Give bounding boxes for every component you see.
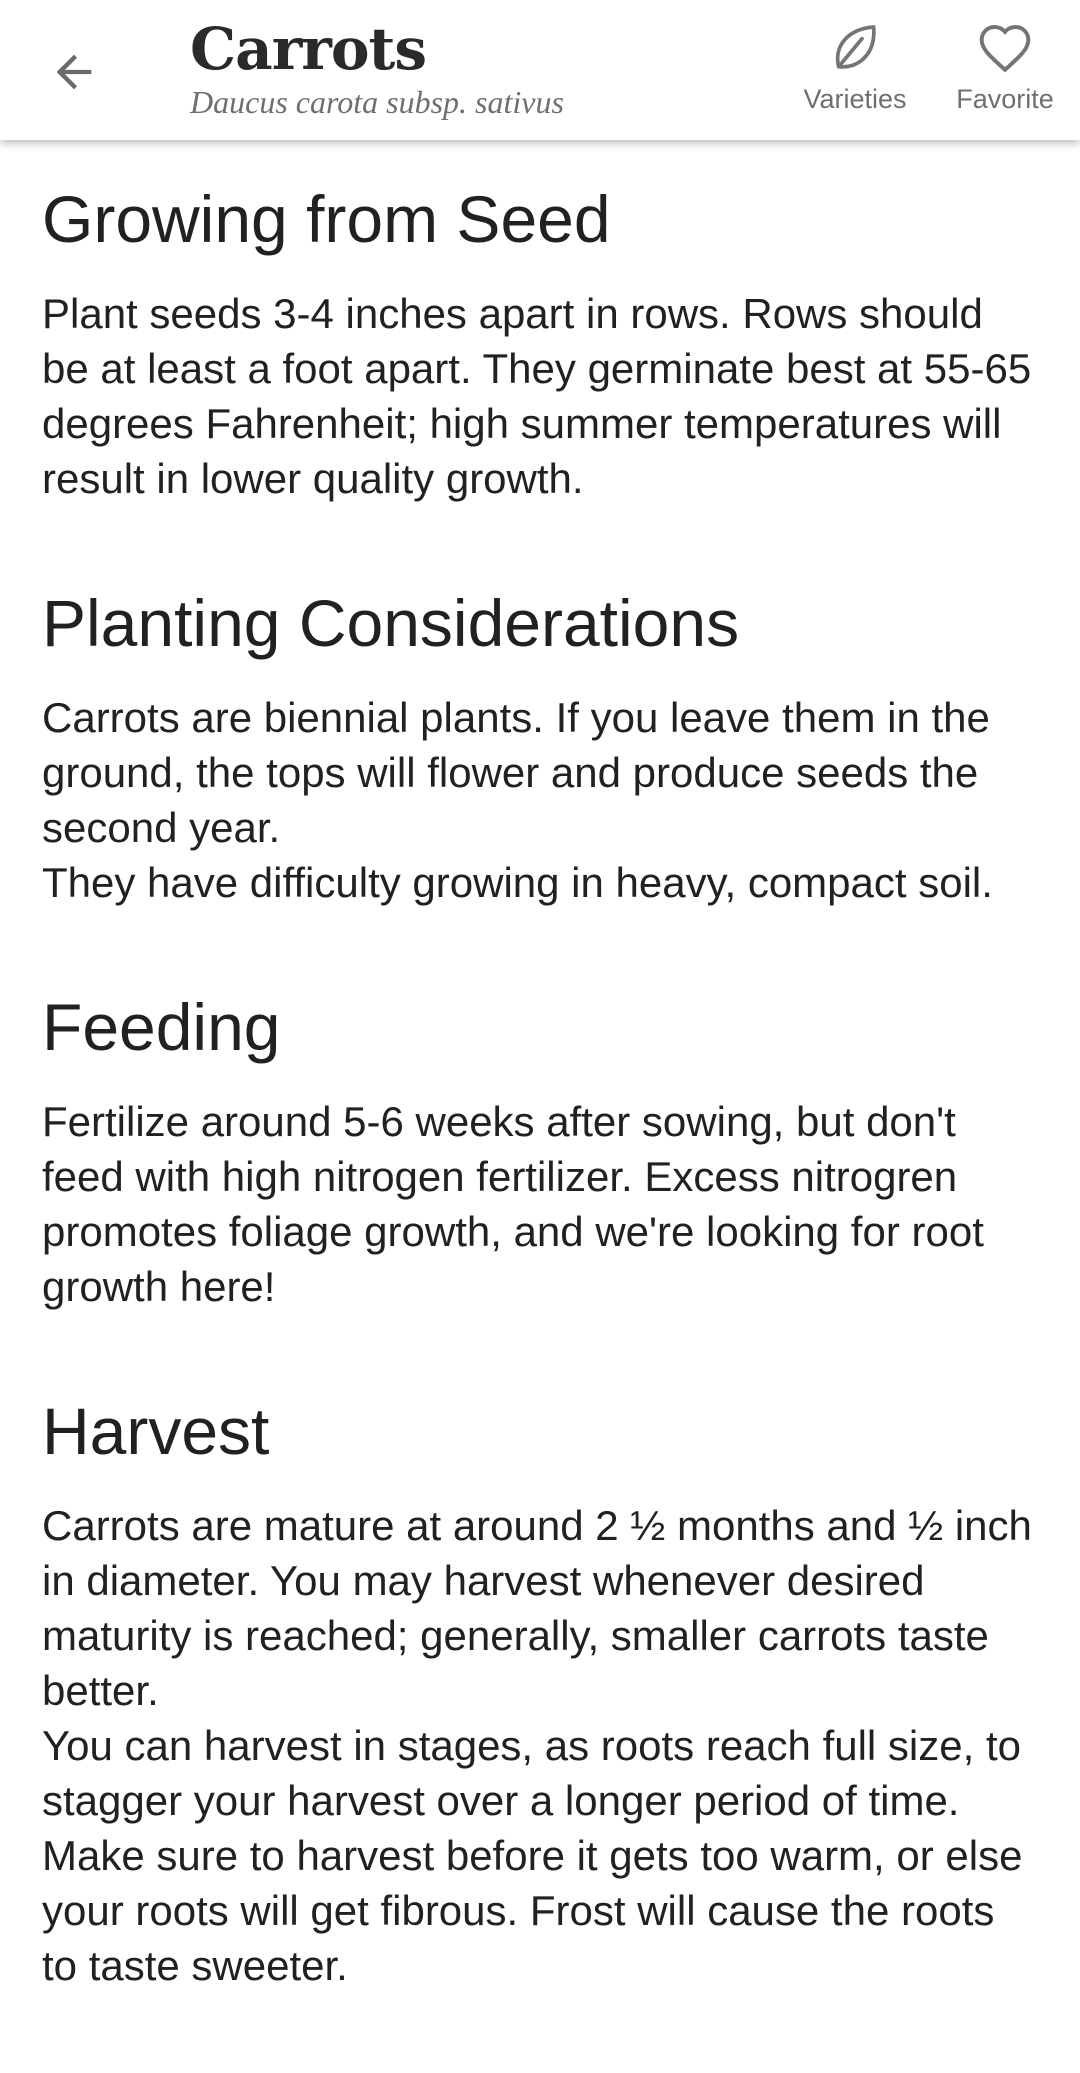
section-heading: Planting Considerations xyxy=(42,586,740,660)
section-paragraph: Fertilize around 5-6 weeks after sowing,… xyxy=(42,1098,984,1310)
favorite-label: Favorite xyxy=(956,84,1054,114)
title-block: Carrots Daucus carota subsp. sativus xyxy=(190,16,790,122)
leaf-icon xyxy=(835,25,876,69)
section-heading: Growing from Seed xyxy=(42,182,611,256)
arrow-left-icon xyxy=(56,54,92,90)
content-scroll[interactable]: Growing from Seed Plant seeds 3-4 inches… xyxy=(0,140,1080,2073)
app-bar: Carrots Daucus carota subsp. sativus Var… xyxy=(0,0,1080,140)
section-paragraph: You can harvest in stages, as roots reac… xyxy=(42,1722,1023,1989)
section-paragraph: Carrots are mature at around 2 ½ months … xyxy=(42,1502,1032,1714)
scientific-name: Daucus carota subsp. sativus xyxy=(190,84,564,120)
section-paragraph: Plant seeds 3-4 inches apart in rows. Ro… xyxy=(42,290,1032,502)
page-title: Carrots xyxy=(190,15,427,83)
back-button[interactable] xyxy=(38,36,110,108)
heart-outline-icon xyxy=(979,25,1031,73)
varieties-button[interactable]: Varieties xyxy=(790,20,920,115)
section-harvest: Harvest Carrots are mature at around 2 ½… xyxy=(42,1394,1040,1993)
varieties-label: Varieties xyxy=(803,84,907,114)
section-growing-from-seed: Growing from Seed Plant seeds 3-4 inches… xyxy=(42,182,1040,506)
section-paragraph: Carrots are biennial plants. If you leav… xyxy=(42,694,990,851)
favorite-button[interactable]: Favorite xyxy=(950,20,1060,115)
section-paragraph: They have difficulty growing in heavy, c… xyxy=(42,859,993,906)
section-planting-considerations: Planting Considerations Carrots are bien… xyxy=(42,586,1040,910)
section-heading: Feeding xyxy=(42,990,281,1064)
section-feeding: Feeding Fertilize around 5-6 weeks after… xyxy=(42,990,1040,1314)
section-heading: Harvest xyxy=(42,1394,270,1468)
